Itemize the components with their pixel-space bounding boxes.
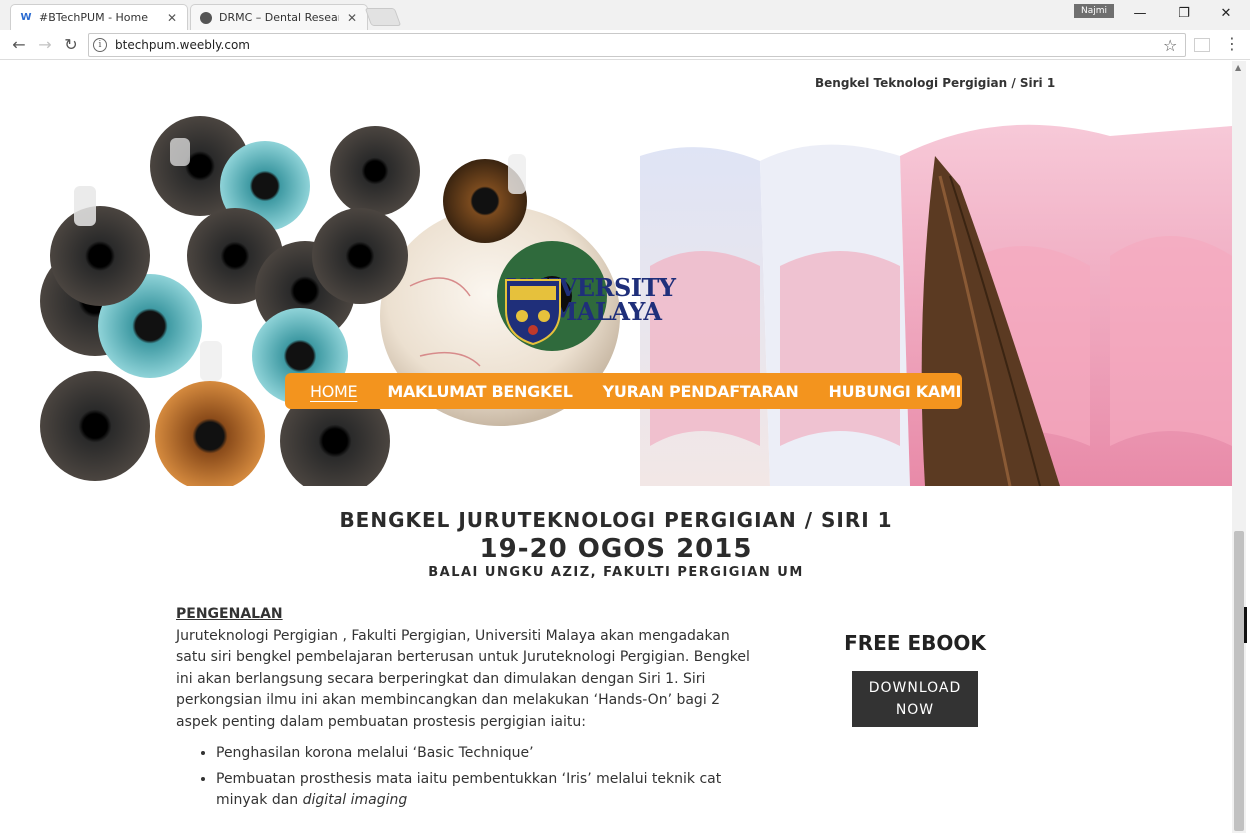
minimize-icon[interactable]: — <box>1128 3 1152 25</box>
ebook-title: FREE EBOOK <box>844 631 986 655</box>
scroll-thumb[interactable] <box>1234 531 1244 831</box>
address-bar[interactable]: i btechpum.weebly.com <box>88 33 1186 57</box>
profile-chip[interactable]: Najmi <box>1074 4 1114 18</box>
tab-btechpum[interactable]: W #BTechPUM - Home ✕ <box>10 4 188 30</box>
intro-body: Juruteknologi Pergigian , Fakulti Pergig… <box>176 627 750 730</box>
nav-hubungi-kami[interactable]: HUBUNGI KAMI <box>829 382 962 401</box>
page-scrollbar[interactable]: ▲ <box>1232 61 1246 833</box>
main-navigation: HOME MAKLUMAT BENGKEL YURAN PENDAFTARAN … <box>285 373 962 409</box>
event-headline: BENGKEL JURUTEKNOLOGI PERGIGIAN / SIRI 1… <box>0 508 1232 580</box>
close-icon[interactable]: ✕ <box>345 11 359 25</box>
menu-icon[interactable]: ⋮ <box>1224 36 1240 52</box>
browser-toolbar: ← → ↻ i btechpum.weebly.com <box>0 30 1250 60</box>
close-window-icon[interactable]: ✕ <box>1214 3 1238 25</box>
intro-list: Penghasilan korona melalui ‘Basic Techni… <box>176 743 756 812</box>
event-date: 19-20 OGOS 2015 <box>479 534 753 564</box>
weebly-icon: W <box>20 12 32 23</box>
list-item: Pembuatan prosthesis mata iaitu pembentu… <box>216 769 756 812</box>
event-title: BENGKEL JURUTEKNOLOGI PERGIGIAN / SIRI 1 <box>339 508 893 532</box>
close-icon[interactable]: ✕ <box>165 11 179 25</box>
university-logo: UNIVERSITY OF MALAYA <box>502 276 676 346</box>
text-cursor-icon <box>1244 607 1247 643</box>
forward-icon[interactable]: → <box>34 34 56 56</box>
bookmark-star-icon[interactable]: ☆ <box>1163 36 1177 55</box>
introduction-section: PENGENALAN Juruteknologi Pergigian , Fak… <box>176 604 756 816</box>
extension-icon[interactable] <box>1194 38 1210 52</box>
download-now-button[interactable]: DOWNLOAD NOW <box>852 671 978 727</box>
nav-maklumat-bengkel[interactable]: MAKLUMAT BENGKEL <box>387 382 573 401</box>
tab-strip: W #BTechPUM - Home ✕ DRMC – Dental Resea… <box>0 0 1250 30</box>
tab-title: #BTechPUM - Home <box>39 11 149 24</box>
page-viewport: Bengkel Teknologi Pergigian / Siri 1 UNI… <box>0 61 1250 833</box>
nav-yuran-pendaftaran[interactable]: YURAN PENDAFTARAN <box>603 382 799 401</box>
event-venue: BALAI UNGKU AZIZ, FAKULTI PERGIGIAN UM <box>428 565 804 580</box>
restore-icon[interactable]: ❐ <box>1172 3 1196 25</box>
scroll-up-icon[interactable]: ▲ <box>1235 63 1241 72</box>
intro-heading: PENGENALAN <box>176 606 283 622</box>
url-text: btechpum.weebly.com <box>115 38 250 52</box>
site-tagline: Bengkel Teknologi Pergigian / Siri 1 <box>815 76 1056 90</box>
drmc-icon <box>199 11 213 25</box>
list-item: Penghasilan korona melalui ‘Basic Techni… <box>216 743 756 765</box>
info-icon[interactable]: i <box>93 38 107 52</box>
um-crest-icon <box>505 279 561 346</box>
ebook-panel: FREE EBOOK DOWNLOAD NOW <box>835 631 995 727</box>
header-banner: UNIVERSITY OF MALAYA HOME MAKLUMAT BENGK… <box>0 116 1232 486</box>
tab-title: DRMC – Dental Research <box>219 11 339 24</box>
reload-icon[interactable]: ↻ <box>60 34 82 56</box>
new-tab-button[interactable] <box>364 8 402 26</box>
nav-home[interactable]: HOME <box>310 382 358 401</box>
back-icon[interactable]: ← <box>8 34 30 56</box>
tab-drmc[interactable]: DRMC – Dental Research ✕ <box>190 4 368 30</box>
